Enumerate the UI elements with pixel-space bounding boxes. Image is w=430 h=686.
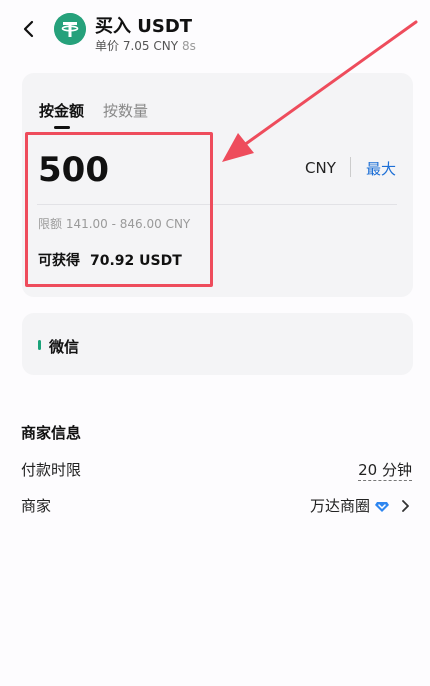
chevron-right-icon — [402, 499, 409, 512]
refresh-timer: 8s — [182, 39, 196, 53]
header: 买入 USDT 单价 7.05 CNY 8s — [0, 0, 430, 60]
page-title: 买入 USDT — [95, 16, 193, 37]
max-button[interactable]: 最大 — [366, 158, 396, 179]
currency-label: CNY — [305, 159, 336, 177]
merchant-name: 万达商圈 — [309, 497, 370, 515]
tether-icon — [54, 13, 86, 45]
merchant-info-title: 商家信息 — [21, 424, 82, 442]
payment-method-card[interactable] — [22, 313, 413, 375]
payment-color-mark — [38, 340, 41, 350]
tab-indicator — [54, 126, 70, 129]
payment-limit-value: 20 分钟 — [358, 459, 412, 481]
payment-limit-text: 20 分钟 — [358, 461, 412, 481]
tab-by-amount[interactable]: 按金额 — [39, 100, 84, 121]
tab-by-quantity[interactable]: 按数量 — [103, 100, 148, 121]
payment-limit-label: 付款时限 — [21, 461, 82, 479]
merchant-label: 商家 — [21, 497, 52, 515]
merchant-link[interactable]: 万达商圈 — [310, 495, 412, 516]
back-arrow-icon[interactable] — [14, 14, 44, 44]
highlight-box — [25, 132, 213, 287]
unit-price: 单价 7.05 CNY 8s — [95, 37, 196, 54]
unit-price-text: 单价 7.05 CNY — [95, 39, 179, 53]
divider — [350, 157, 351, 177]
verified-diamond-icon — [375, 501, 389, 512]
payment-method-label: 微信 — [49, 338, 80, 356]
